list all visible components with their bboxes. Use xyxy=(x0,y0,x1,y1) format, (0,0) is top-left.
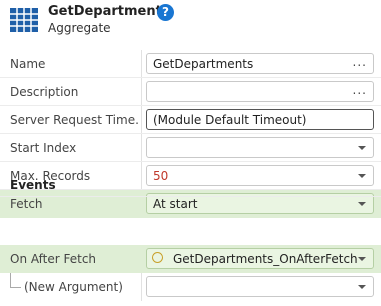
ellipsis-button[interactable]: ... xyxy=(353,55,367,69)
max-records-value: 50 xyxy=(153,169,169,183)
server-request-timeout-field[interactable]: (Module Default Timeout) xyxy=(146,109,374,130)
server-request-timeout-value: (Module Default Timeout) xyxy=(153,113,307,127)
name-value: GetDepartments xyxy=(153,57,254,71)
column-divider xyxy=(141,78,142,106)
aggregate-grid-icon xyxy=(10,8,38,32)
event-row-on-after-fetch: On After Fetch GetDepartments_OnAfterFet… xyxy=(0,245,381,273)
property-row-name: Name GetDepartments ... xyxy=(0,50,381,78)
column-divider xyxy=(141,273,142,301)
property-label: Start Index xyxy=(10,141,77,155)
client-action-icon xyxy=(152,252,163,263)
description-field[interactable]: ... xyxy=(146,81,374,102)
fetch-value: At start xyxy=(153,197,198,211)
property-row-max-records: Max. Records 50 xyxy=(0,162,381,190)
tree-connector xyxy=(10,273,21,288)
column-divider xyxy=(141,162,142,190)
chevron-down-icon[interactable] xyxy=(358,257,366,261)
new-argument-dropdown[interactable] xyxy=(146,276,374,297)
event-label: On After Fetch xyxy=(10,252,97,266)
section-divider xyxy=(0,196,381,197)
property-row-start-index: Start Index xyxy=(0,134,381,162)
property-row-fetch: Fetch At start xyxy=(0,190,381,218)
property-label: Name xyxy=(10,57,46,71)
chevron-down-icon[interactable] xyxy=(358,202,366,206)
on-after-fetch-value: GetDepartments_OnAfterFetch xyxy=(173,252,358,266)
property-row-description: Description ... xyxy=(0,78,381,106)
chevron-down-icon[interactable] xyxy=(358,285,366,289)
column-divider xyxy=(141,106,142,134)
aggregate-title: GetDepartments xyxy=(48,4,170,19)
property-label: Description xyxy=(10,85,79,99)
property-label: Server Request Time... xyxy=(10,113,138,127)
aggregate-type-label: Aggregate xyxy=(48,21,111,35)
help-icon[interactable]: ? xyxy=(157,4,174,21)
start-index-dropdown[interactable] xyxy=(146,137,374,158)
column-divider xyxy=(141,50,142,78)
property-row-server-request-timeout: Server Request Time... (Module Default T… xyxy=(0,106,381,134)
property-label: Fetch xyxy=(10,197,43,211)
properties-header: GetDepartments ? Aggregate xyxy=(0,0,381,44)
ellipsis-button[interactable]: ... xyxy=(353,83,367,97)
events-section-title: Events xyxy=(10,178,56,192)
event-label: (New Argument) xyxy=(24,280,123,294)
on-after-fetch-dropdown[interactable]: GetDepartments_OnAfterFetch xyxy=(146,248,374,269)
name-field[interactable]: GetDepartments ... xyxy=(146,53,374,74)
chevron-down-icon[interactable] xyxy=(358,146,366,150)
chevron-down-icon[interactable] xyxy=(358,174,366,178)
max-records-dropdown[interactable]: 50 xyxy=(146,165,374,186)
column-divider xyxy=(141,134,142,162)
event-row-new-argument: (New Argument) xyxy=(0,273,381,301)
